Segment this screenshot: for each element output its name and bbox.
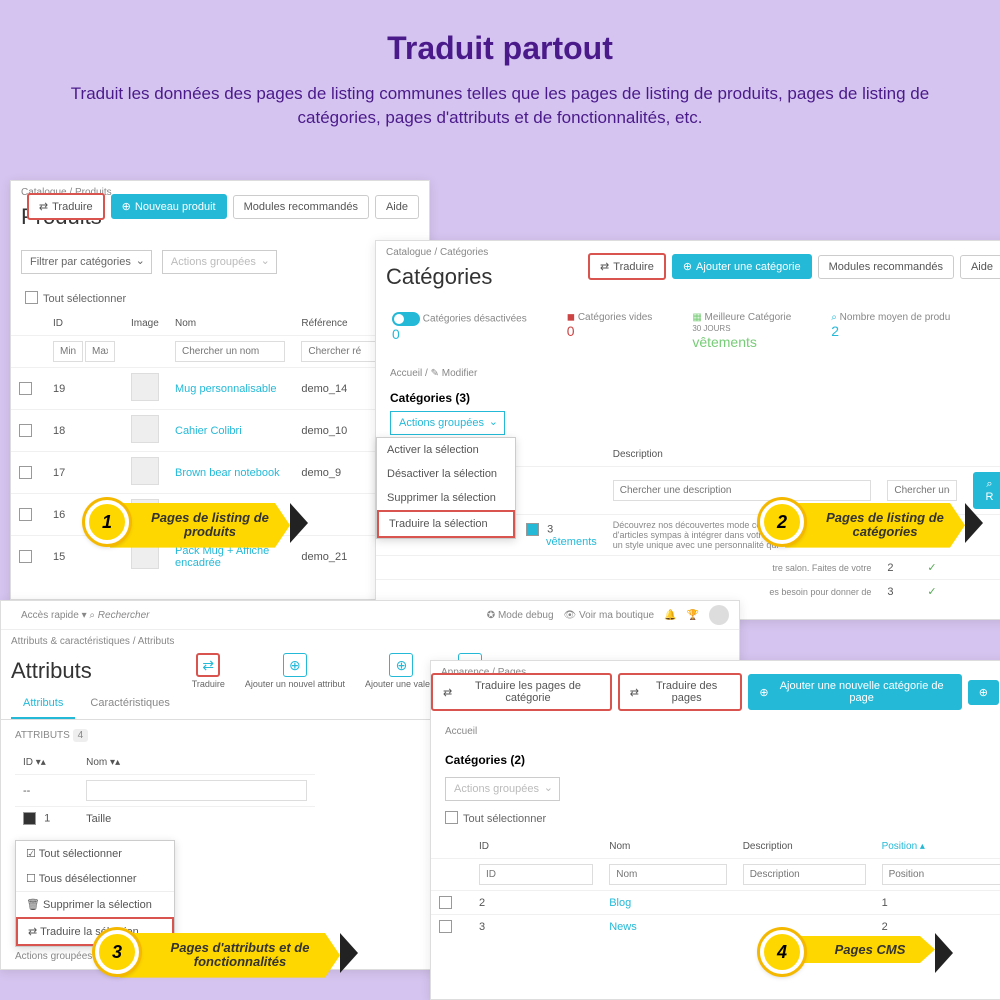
table-row: tre salon. Faites de votre2✓ [376, 556, 1000, 580]
arrow-icon [340, 933, 358, 973]
modules-button[interactable]: Modules recommandés [233, 195, 369, 219]
bell-icon[interactable]: 🔔 [664, 610, 676, 621]
disabled-toggle[interactable] [392, 312, 420, 326]
category-count: Catégories (3) [376, 385, 1000, 411]
grouped-actions[interactable]: Actions groupées [445, 777, 560, 801]
arrow-icon [935, 933, 953, 973]
panel-title: Attributs [11, 658, 92, 684]
translate-button[interactable]: ⇄ Traduire [27, 193, 105, 220]
table-row: 2Blog1 [431, 891, 1000, 915]
search-desc-input[interactable] [613, 480, 872, 501]
add-button[interactable]: ⊕ [968, 680, 999, 705]
min-input[interactable] [53, 341, 83, 362]
category-count: Catégories (2) [431, 743, 1000, 777]
bulk-dropdown: ☑ Tout sélectionner ☐ Tous désélectionne… [15, 840, 175, 947]
modules-button[interactable]: Modules recommandés [818, 255, 954, 279]
table-row: 18Cahier Colibridemo_10Am [11, 410, 429, 452]
translate-category-pages-button[interactable]: ⇄ Traduire les pages de catégorie [431, 673, 612, 711]
add-value-icon[interactable]: ⊕ [389, 653, 413, 677]
badge-1-label: Pages de listing de produits [110, 503, 290, 548]
filter-categories[interactable]: Filtrer par catégories [21, 250, 152, 274]
badge-3-label: Pages d'attributs et de fonctionnalités [120, 933, 340, 978]
page-description: Traduit les données des pages de listing… [40, 82, 960, 130]
max-input[interactable] [85, 341, 115, 362]
add-page-category-button[interactable]: ⊕ Ajouter une nouvelle catégorie de page [748, 674, 961, 710]
arrow-icon [965, 503, 983, 543]
select-all-option[interactable]: ☑ Tout sélectionner [16, 841, 174, 866]
name-filter-input[interactable] [86, 780, 307, 801]
badge-2-label: Pages de listing de catégories [785, 503, 965, 548]
badge-4: 4 [760, 930, 804, 974]
pages-table: IDNomDescriptionPosition ▴ 2Blog1 3News2 [431, 835, 1000, 938]
table-row: 3News2 [431, 915, 1000, 939]
new-product-button[interactable]: ⊕ Nouveau produit [111, 194, 227, 219]
grouped-actions[interactable]: Actions groupées [162, 250, 277, 274]
page-title: Traduit partout [40, 30, 960, 67]
select-all-checkbox[interactable] [25, 291, 38, 304]
delete-option[interactable]: 🗑 Supprimer la sélection [16, 891, 174, 917]
deactivate-option[interactable]: Désactiver la sélection [377, 462, 515, 486]
table-row: 19Mug personnalisabledemo_14Am [11, 368, 429, 410]
badge-1: 1 [85, 500, 129, 544]
translate-icon[interactable]: ⇄ [196, 653, 220, 677]
badge-2: 2 [760, 500, 804, 544]
arrow-icon [290, 503, 308, 543]
tab-attributes[interactable]: Attributs [11, 689, 75, 719]
search-name-input[interactable] [175, 341, 285, 362]
deselect-all-option[interactable]: ☐ Tous désélectionner [16, 866, 174, 891]
add-category-button[interactable]: ⊕ Ajouter une catégorie [672, 254, 812, 279]
breadcrumb: Attributs & caractéristiques / Attributs [1, 630, 739, 653]
badge-3: 3 [95, 930, 139, 974]
table-row: 17Brown bear notebookdemo_9Am [11, 452, 429, 494]
grouped-actions-dropdown: Activer la sélection Désactiver la sélec… [376, 437, 516, 539]
attributes-table: ID ▾▴Nom ▾▴ -- 1Taille [15, 751, 315, 830]
delete-option[interactable]: Supprimer la sélection [377, 486, 515, 510]
table-row: 1Taille [15, 807, 315, 831]
search-po-input[interactable] [887, 480, 957, 501]
add-attribute-icon[interactable]: ⊕ [283, 653, 307, 677]
badge-4-label: Pages CMS [785, 936, 935, 963]
avatar[interactable] [709, 605, 729, 625]
translate-pages-button[interactable]: ⇄ Traduire des pages [618, 673, 743, 711]
select-all-checkbox[interactable] [445, 811, 458, 824]
grouped-actions-select[interactable]: Actions groupées [390, 411, 505, 435]
help-button[interactable]: Aide [960, 255, 1000, 279]
categories-panel: Catalogue / Catégories ⇄ Traduire ⊕ Ajou… [375, 240, 1000, 620]
translate-selection-option[interactable]: Traduire la sélection [377, 510, 515, 538]
trophy-icon[interactable]: 🏆 [687, 610, 699, 621]
help-button[interactable]: Aide [375, 195, 419, 219]
translate-button[interactable]: ⇄ Traduire [588, 253, 666, 280]
tab-characteristics[interactable]: Caractéristiques [78, 689, 181, 717]
activate-option[interactable]: Activer la sélection [377, 438, 515, 462]
